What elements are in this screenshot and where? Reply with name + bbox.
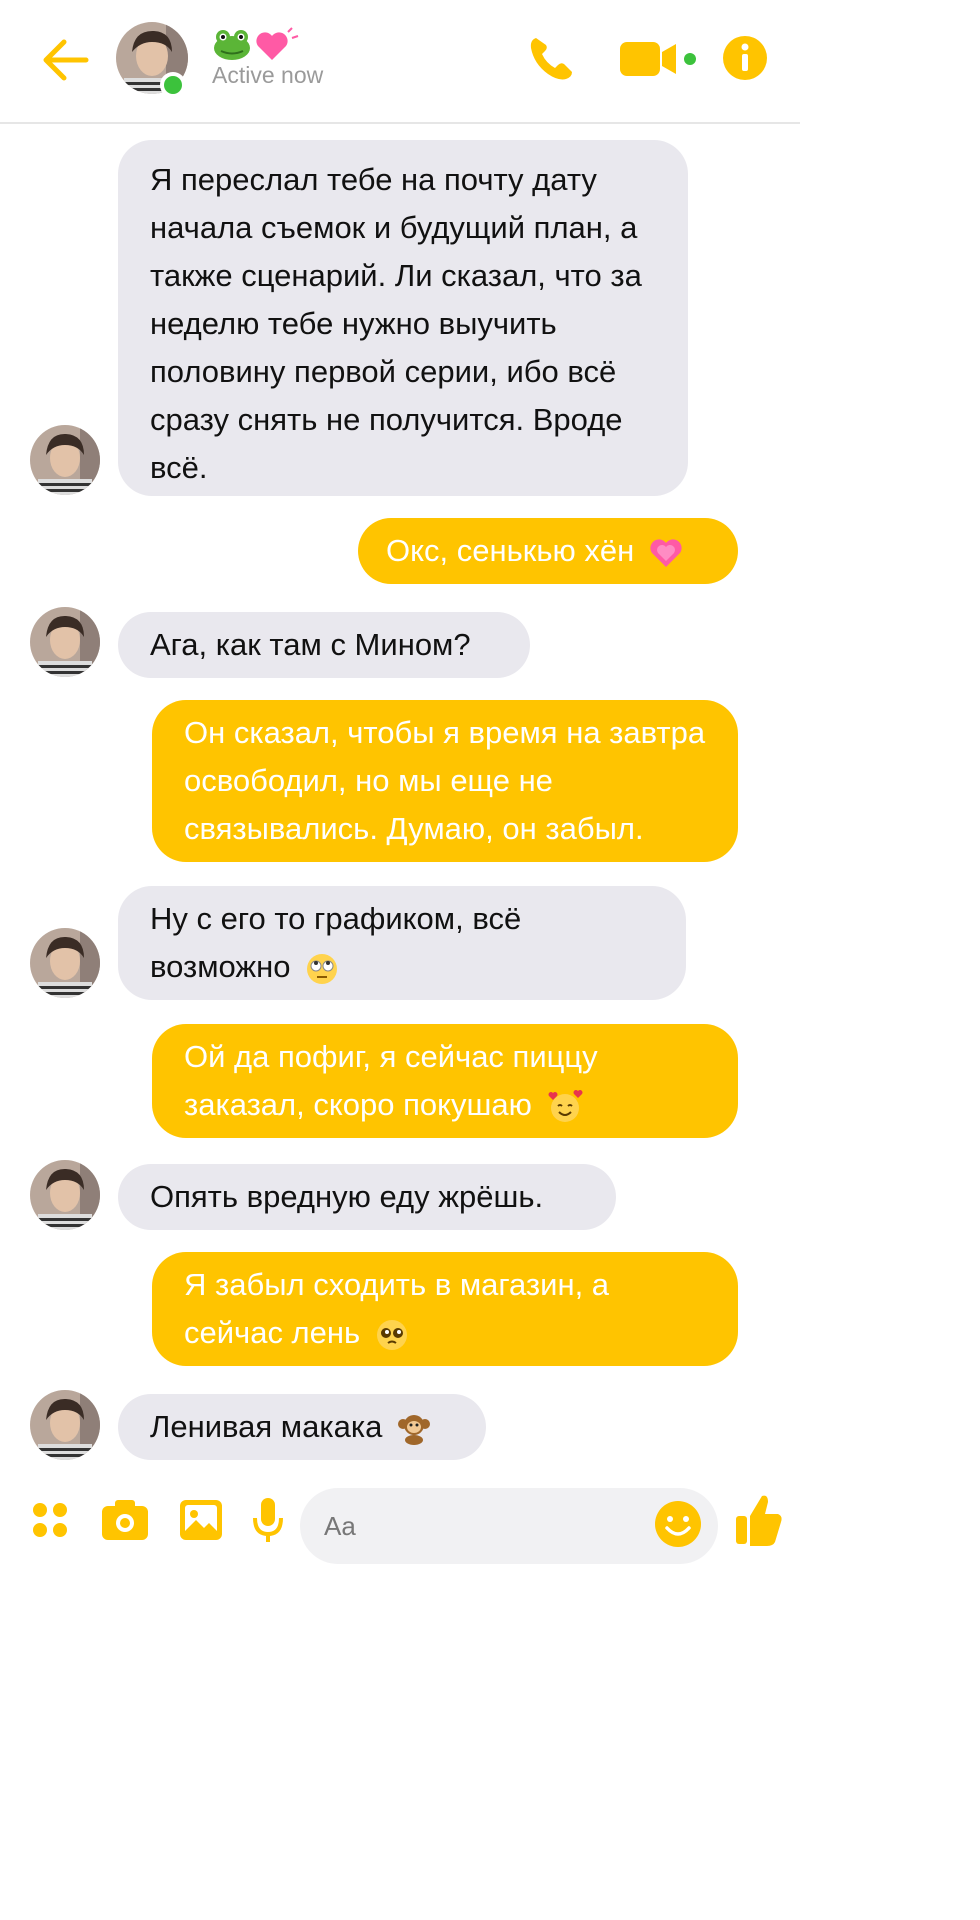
back-arrow-icon[interactable]	[38, 36, 90, 84]
info-icon[interactable]	[722, 35, 768, 81]
message-bubble-outgoing[interactable]: Он сказал, чтобы я время на завтра освоб…	[152, 700, 738, 862]
growing-heart-emoji-icon	[650, 539, 682, 567]
smiley-icon[interactable]	[654, 1500, 702, 1548]
phone-icon[interactable]	[526, 34, 576, 84]
monkey-emoji-icon	[397, 1414, 430, 1445]
video-camera-icon[interactable]	[620, 38, 702, 80]
sender-avatar[interactable]	[30, 1160, 100, 1230]
sender-avatar[interactable]	[30, 1390, 100, 1460]
smiling-face-with-hearts-emoji-icon	[548, 1089, 583, 1122]
chat-header: 🐸💓 Active now	[0, 0, 800, 124]
message-composer	[0, 1478, 800, 1568]
contact-name-emoji: 🐸💓	[212, 24, 302, 64]
sender-avatar[interactable]	[30, 607, 100, 677]
four-dots-icon[interactable]	[30, 1500, 70, 1540]
sender-avatar[interactable]	[30, 928, 100, 998]
image-icon[interactable]	[178, 1498, 224, 1542]
message-text: Ой да пофиг, я сейчас пиццу заказал, ско…	[184, 1039, 598, 1122]
message-text: Опять вредную еду жрёшь.	[150, 1179, 544, 1214]
message-bubble-incoming[interactable]: Ну с его то графиком, всё возможно	[118, 886, 686, 1000]
message-text: Я переслал тебе на почту дату начала съе…	[150, 162, 642, 485]
active-status: Active now	[212, 62, 324, 88]
message-bubble-incoming[interactable]: Опять вредную еду жрёшь.	[118, 1164, 616, 1230]
pleading-face-emoji-icon	[376, 1319, 407, 1350]
message-bubble-incoming[interactable]: Ленивая макака	[118, 1394, 486, 1460]
camera-icon[interactable]	[100, 1498, 150, 1542]
message-text: Ага, как там с Мином?	[150, 627, 471, 662]
message-bubble-outgoing[interactable]: Окс, сенькью хён	[358, 518, 738, 584]
message-text: Он сказал, чтобы я время на завтра освоб…	[184, 715, 706, 846]
online-status-dot	[160, 72, 186, 98]
message-bubble-outgoing[interactable]: Ой да пофиг, я сейчас пиццу заказал, ско…	[152, 1024, 738, 1138]
sender-avatar[interactable]	[30, 425, 100, 495]
message-bubble-incoming[interactable]: Ага, как там с Мином?	[118, 612, 530, 678]
frog-heart-emoji-icon	[214, 27, 299, 60]
message-bubble-incoming[interactable]: Я переслал тебе на почту дату начала съе…	[118, 140, 688, 496]
message-bubble-outgoing[interactable]: Я забыл сходить в магазин, а сейчас лень	[152, 1252, 738, 1366]
eye-roll-emoji-icon	[307, 953, 338, 984]
thumbs-up-icon[interactable]	[734, 1492, 784, 1548]
microphone-icon[interactable]	[252, 1496, 284, 1546]
message-text: Окс, сенькью хён	[386, 533, 635, 568]
message-text: Ленивая макака	[150, 1409, 383, 1444]
